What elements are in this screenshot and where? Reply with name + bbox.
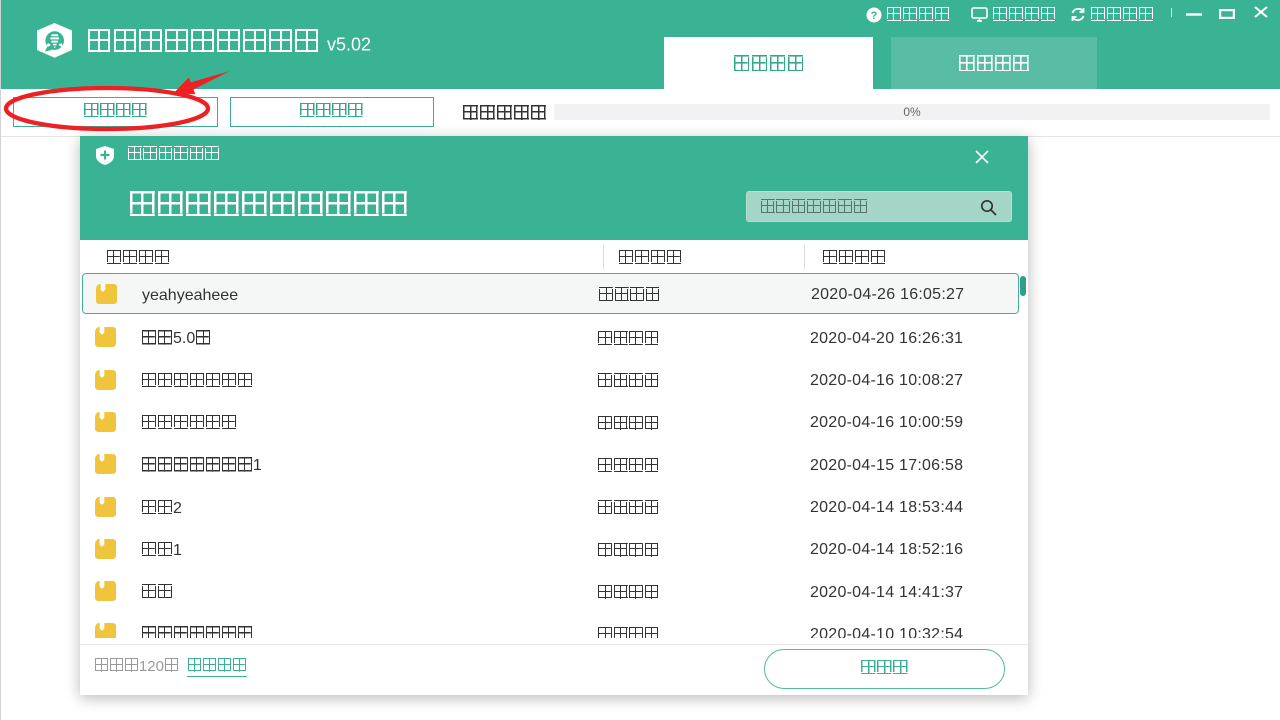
svg-text:?: ? bbox=[870, 10, 877, 22]
